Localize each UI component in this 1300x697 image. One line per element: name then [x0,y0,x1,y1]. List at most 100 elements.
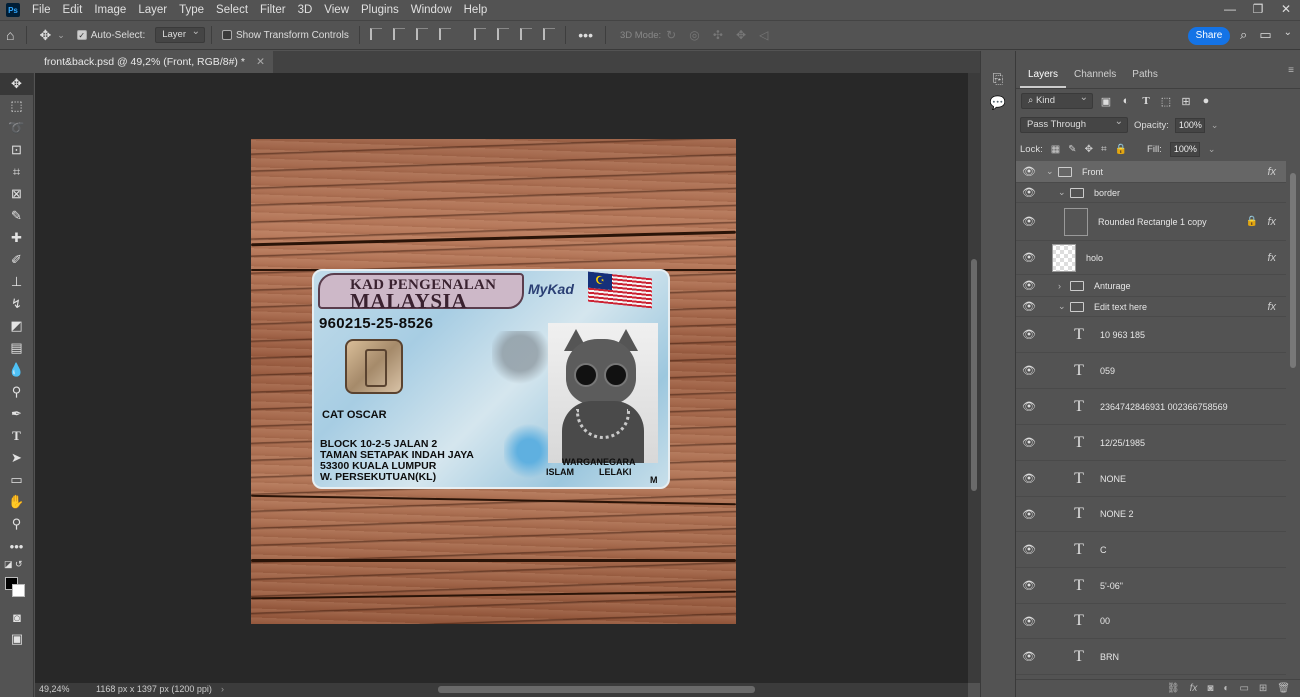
visibility-eye-icon[interactable]: 👁 [1016,615,1042,628]
lock-artboard-icon[interactable]: ⌗ [1101,144,1107,155]
filter-pixel-icon[interactable]: ▣ [1099,95,1113,108]
layer-row[interactable]: 👁 T 10 963 185 [1016,317,1286,353]
visibility-eye-icon[interactable]: 👁 [1016,279,1042,292]
fill-input[interactable]: 100% [1169,141,1200,157]
layer-name[interactable]: C [1100,545,1107,555]
pen-tool-icon[interactable]: ✒ [0,403,33,425]
layer-name[interactable]: Edit text here [1094,302,1147,312]
layer-name[interactable]: Front [1082,167,1103,177]
move-tool-icon[interactable]: ✥ [39,27,51,44]
menu-select[interactable]: Select [210,4,254,16]
layer-row[interactable]: 👁 T BRN [1016,639,1286,675]
auto-select-checkbox[interactable]: ✓ Auto-Select: [76,30,145,41]
filter-adjustment-icon[interactable]: ◐ [1119,95,1133,107]
scroll-thumb[interactable] [971,259,977,491]
history-panel-icon[interactable]: ⎘ [981,67,1015,91]
visibility-eye-icon[interactable]: 👁 [1016,300,1042,313]
slide-3d-icon[interactable]: ✥ [736,28,746,42]
layer-name[interactable]: 059 [1100,366,1115,376]
chevron-down-icon[interactable]: ⌄ [1046,166,1056,177]
delete-layer-icon[interactable]: 🗑 [1277,683,1290,694]
scroll-thumb[interactable] [438,686,755,693]
visibility-eye-icon[interactable]: 👁 [1016,364,1042,377]
menu-window[interactable]: Window [405,4,458,16]
layer-row[interactable]: 👁 ⌄ Front fx [1016,161,1286,183]
brush-tool-icon[interactable]: ✐ [0,249,33,271]
menu-view[interactable]: View [318,4,355,16]
screen-mode-icon[interactable]: ▣ [0,628,34,650]
blend-mode-dropdown[interactable]: Pass Through [1020,115,1128,133]
gradient-tool-icon[interactable]: ▤ [0,337,33,359]
visibility-eye-icon[interactable]: 👁 [1016,165,1042,178]
visibility-eye-icon[interactable]: 👁 [1016,328,1042,341]
search-icon[interactable]: ⌕ [1240,27,1247,43]
orbit-3d-icon[interactable]: ↻ [666,28,676,42]
layer-row[interactable]: 👁 Rounded Rectangle 1 copy 🔒 fx [1016,203,1286,241]
layer-name[interactable]: Rounded Rectangle 1 copy [1098,217,1207,227]
drag-3d-icon[interactable]: ✣ [713,28,723,42]
workspace-icon[interactable]: ▭ [1259,27,1271,43]
history-brush-tool-icon[interactable]: ↯ [0,293,33,315]
blur-tool-icon[interactable]: 💧 [0,359,33,381]
layer-row[interactable]: 👁 T NONE 2 [1016,497,1286,532]
link-layers-icon[interactable]: ⛓ [1167,683,1180,694]
layer-row[interactable]: 👁 holo fx [1016,241,1286,275]
rectangle-tool-icon[interactable]: ▭ [0,469,33,491]
chevron-down-icon[interactable]: ⌄ [1208,144,1216,155]
layer-name[interactable]: 00 [1100,616,1110,626]
close-tab-icon[interactable]: ✕ [256,51,265,73]
chevron-down-icon[interactable]: ⌄ [1284,27,1292,43]
type-tool-icon[interactable]: T [0,425,33,447]
show-transform-controls-checkbox[interactable]: Show Transform Controls [222,30,349,41]
visibility-eye-icon[interactable]: 👁 [1016,472,1042,485]
distribute-vertical-icon[interactable] [439,27,452,40]
visibility-eye-icon[interactable]: 👁 [1016,215,1042,228]
menu-plugins[interactable]: Plugins [355,4,405,16]
visibility-eye-icon[interactable]: 👁 [1016,579,1042,592]
zoom-tool-icon[interactable]: ⚲ [0,513,33,535]
crop-tool-icon[interactable]: ⌗ [0,161,33,183]
align-center-icon[interactable] [392,27,405,40]
status-menu-arrow[interactable]: › [221,683,224,696]
lock-position-icon[interactable]: ✥ [1085,144,1093,155]
edit-toolbar-icon[interactable]: ••• [0,535,33,557]
layer-row[interactable]: 👁 T 00 [1016,604,1286,639]
eyedropper-tool-icon[interactable]: ✎ [0,205,33,227]
visibility-eye-icon[interactable]: 👁 [1016,508,1042,521]
new-group-icon[interactable]: ▭ [1239,683,1248,694]
default-colors-icon[interactable]: ◪ ↺ [0,557,33,571]
comments-panel-icon[interactable]: 💬 [981,91,1015,115]
opacity-input[interactable]: 100% [1174,117,1205,133]
close-button[interactable]: ✕ [1272,0,1300,20]
menu-type[interactable]: Type [173,4,210,16]
filter-type-icon[interactable]: T [1139,95,1153,107]
layer-row[interactable]: 👁 T NONE [1016,461,1286,497]
chevron-down-icon[interactable]: ⌄ [57,30,65,41]
filter-kind-dropdown[interactable]: ⌕ Kind [1021,91,1093,109]
home-icon[interactable]: ⌂ [6,27,14,43]
layer-effects-icon[interactable]: fx [1267,166,1276,178]
move-tool-icon[interactable]: ✥ [0,73,33,95]
adjustment-layer-icon[interactable]: ◐ [1223,683,1229,694]
layer-name[interactable]: 10 963 185 [1100,330,1145,340]
lock-pixels-icon[interactable]: ✎ [1068,144,1076,155]
more-options-button[interactable]: ••• [578,27,593,43]
layer-name[interactable]: NONE 2 [1100,509,1134,519]
path-selection-tool-icon[interactable]: ➤ [0,447,33,469]
clone-stamp-tool-icon[interactable]: ⊥ [0,271,33,293]
menu-file[interactable]: File [26,4,57,16]
lasso-tool-icon[interactable]: ➰ [0,117,33,139]
layer-row[interactable]: 👁 T C [1016,532,1286,568]
layer-name[interactable]: border [1094,188,1120,198]
minimize-button[interactable]: — [1216,0,1244,20]
document-tab[interactable]: front&back.psd @ 49,2% (Front, RGB/8#) *… [35,51,273,73]
tab-paths[interactable]: Paths [1124,64,1166,88]
filter-shape-icon[interactable]: ⬚ [1159,95,1173,108]
lock-transparent-icon[interactable]: ▦ [1051,144,1060,155]
align-bottom-icon[interactable] [520,27,533,40]
layer-row[interactable]: 👁 T 12/25/1985 [1016,425,1286,461]
menu-edit[interactable]: Edit [57,4,89,16]
layer-row[interactable]: 👁 › Anturage [1016,275,1286,297]
auto-select-target-dropdown[interactable]: Layer [155,25,205,43]
lock-all-icon[interactable]: 🔒 [1115,144,1127,155]
